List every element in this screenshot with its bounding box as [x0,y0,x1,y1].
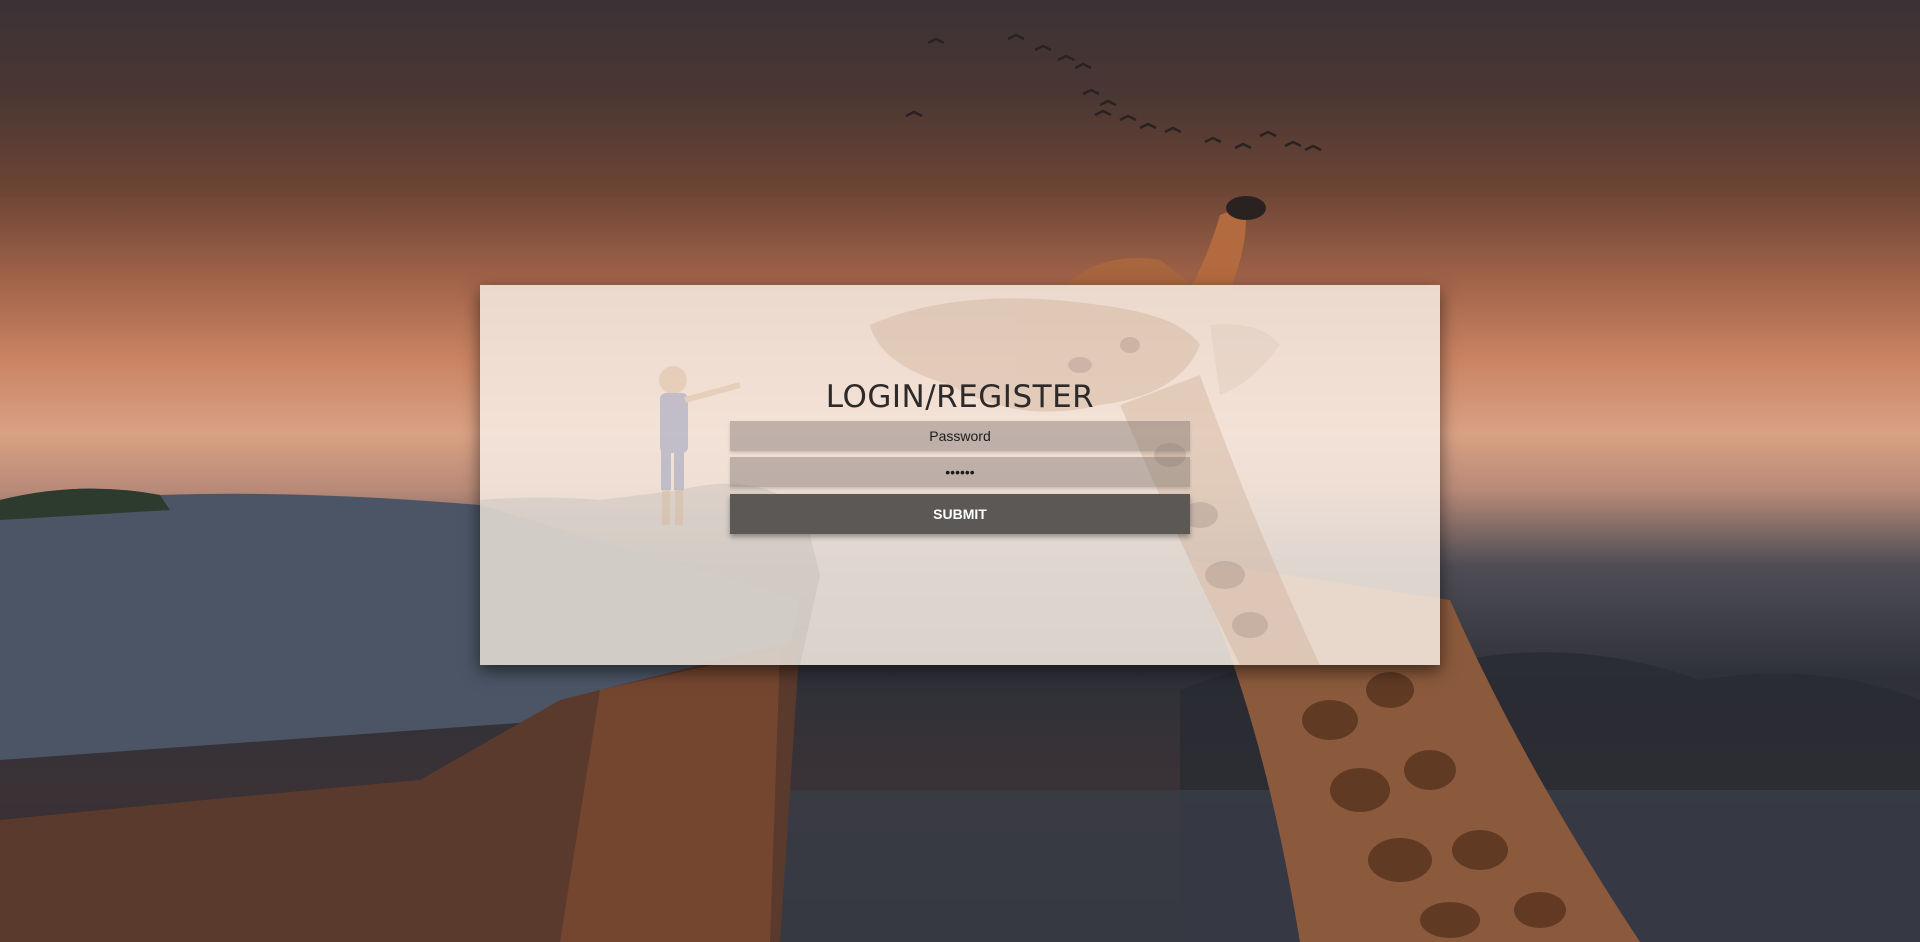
login-panel: LOGIN/REGISTER SUBMIT [480,285,1440,665]
login-form: LOGIN/REGISTER SUBMIT [730,377,1190,534]
submit-button[interactable]: SUBMIT [730,494,1190,534]
password-field[interactable] [730,421,1190,451]
page-title: LOGIN/REGISTER [825,379,1095,415]
confirm-password-field[interactable] [730,457,1190,487]
